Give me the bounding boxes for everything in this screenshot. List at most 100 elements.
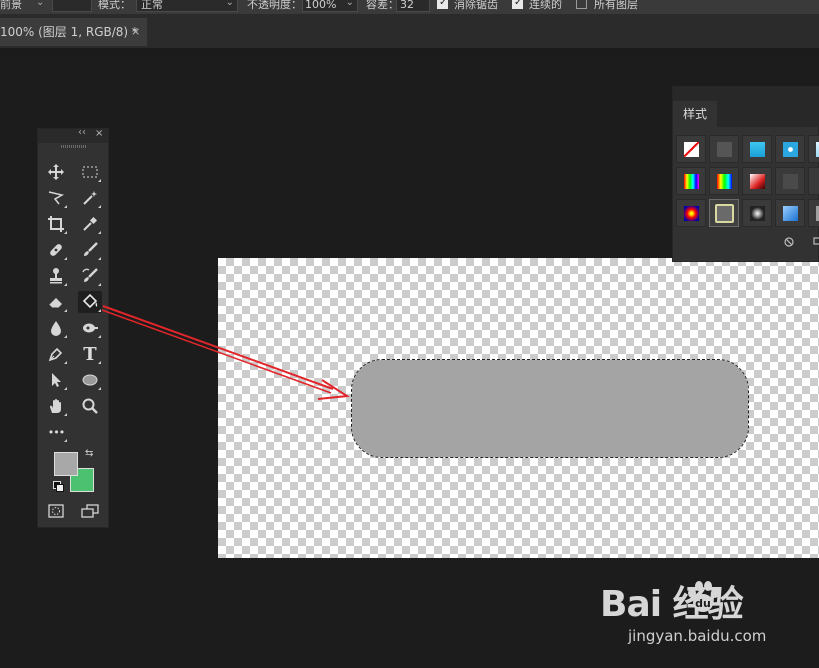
submenu-indicator bbox=[64, 335, 67, 338]
style-blue-circle[interactable] bbox=[775, 135, 805, 163]
style-dark-gray[interactable] bbox=[775, 167, 805, 195]
eraser-tool[interactable] bbox=[44, 291, 68, 313]
move-icon bbox=[48, 164, 64, 180]
close-icon[interactable]: × bbox=[95, 128, 103, 139]
new-style-icon[interactable] bbox=[813, 237, 819, 247]
styles-panel: 样式 bbox=[672, 86, 819, 262]
chevron-down-icon: ⌄ bbox=[225, 0, 234, 8]
quick-mask-button[interactable] bbox=[44, 500, 68, 522]
collapse-icon[interactable]: ‹‹ bbox=[78, 127, 86, 138]
panel-grip[interactable] bbox=[61, 145, 87, 148]
tab-styles[interactable]: 样式 bbox=[673, 101, 717, 127]
magic-wand-tool[interactable] bbox=[78, 187, 102, 209]
ellipsis-icon: ••• bbox=[47, 425, 65, 439]
rounded-rectangle-selection[interactable] bbox=[351, 359, 749, 458]
fill-source-select[interactable]: 前景 bbox=[0, 0, 22, 11]
svg-text:du: du bbox=[695, 597, 711, 610]
styles-panel-header: 样式 bbox=[673, 87, 819, 127]
close-icon[interactable]: × bbox=[131, 18, 140, 46]
type-tool-glyph: T bbox=[83, 343, 97, 365]
path-selection-tool[interactable] bbox=[44, 369, 68, 391]
style-light-gray[interactable] bbox=[808, 199, 819, 227]
submenu-indicator bbox=[98, 257, 101, 260]
pen-tool[interactable] bbox=[44, 343, 68, 365]
zoom-tool[interactable] bbox=[78, 395, 102, 417]
rectangular-marquee-icon bbox=[82, 166, 98, 178]
all-layers-checkbox[interactable] bbox=[576, 0, 587, 9]
style-charcoal[interactable] bbox=[808, 167, 819, 195]
style-blue-glass[interactable] bbox=[742, 135, 772, 163]
tolerance-input[interactable]: 32 bbox=[396, 0, 430, 12]
paint-bucket-tool[interactable] bbox=[78, 291, 102, 313]
mode-select[interactable]: 正常 ⌄ bbox=[136, 0, 238, 12]
antialias-checkbox[interactable] bbox=[437, 0, 448, 9]
stamp-icon bbox=[50, 268, 62, 284]
dodge-icon bbox=[83, 323, 98, 333]
marquee-tool[interactable] bbox=[78, 161, 102, 183]
style-light-blue[interactable] bbox=[808, 135, 819, 163]
brush-tool[interactable] bbox=[78, 239, 102, 261]
type-tool[interactable]: T bbox=[78, 343, 102, 365]
move-tool[interactable] bbox=[44, 161, 68, 183]
style-blue-bevel[interactable] bbox=[775, 199, 805, 227]
document-tab-bar: 100% (图层 1, RGB/8) * × bbox=[0, 14, 819, 49]
opacity-input[interactable]: 100% ⌄ bbox=[302, 0, 358, 12]
submenu-indicator bbox=[98, 335, 101, 338]
submenu-indicator bbox=[98, 205, 101, 208]
screen-mode-button[interactable] bbox=[78, 500, 102, 522]
contiguous-checkbox[interactable] bbox=[512, 0, 523, 9]
style-light-gray-preview bbox=[815, 205, 819, 221]
eyedropper-tool[interactable] bbox=[78, 213, 102, 235]
document-tab-label: 100% (图层 1, RGB/8) * bbox=[0, 25, 138, 39]
pattern-picker[interactable] bbox=[52, 0, 92, 12]
submenu-indicator bbox=[64, 283, 67, 286]
style-charcoal-preview bbox=[815, 173, 819, 189]
tools-panel-header[interactable]: ‹‹ × bbox=[38, 127, 108, 143]
submenu-indicator bbox=[98, 309, 101, 312]
magnifier-icon bbox=[82, 398, 98, 414]
chevron-down-icon[interactable]: ⌄ bbox=[36, 0, 44, 9]
submenu-indicator bbox=[98, 231, 101, 234]
style-red-chrome[interactable] bbox=[742, 167, 772, 195]
swap-colors-icon[interactable]: ⇆ bbox=[85, 448, 93, 459]
submenu-indicator bbox=[64, 257, 67, 260]
submenu-indicator bbox=[64, 361, 67, 364]
submenu-indicator bbox=[64, 413, 67, 416]
screen-mode-icon bbox=[81, 504, 99, 518]
foreground-color-swatch[interactable] bbox=[54, 452, 78, 476]
submenu-indicator bbox=[98, 179, 101, 182]
more-tools[interactable]: ••• bbox=[44, 421, 68, 443]
blur-drop-icon bbox=[51, 321, 61, 336]
style-blue-glass-preview bbox=[749, 141, 765, 157]
options-bar: 前景 ⌄ 模式： 正常 ⌄ 不透明度： 100% ⌄ 容差： 32 消除锯齿 连… bbox=[0, 0, 819, 14]
style-dark-sphere[interactable] bbox=[742, 199, 772, 227]
style-light-blue-preview bbox=[815, 141, 819, 157]
style-rainbow-bars[interactable] bbox=[676, 167, 706, 195]
style-drop-shadow[interactable] bbox=[709, 135, 739, 163]
ellipse-tool[interactable] bbox=[78, 369, 102, 391]
paw-logo-icon: du bbox=[688, 581, 719, 612]
blur-tool[interactable] bbox=[44, 317, 68, 339]
submenu-indicator bbox=[64, 231, 67, 234]
dodge-tool[interactable] bbox=[78, 317, 102, 339]
style-spectrum[interactable] bbox=[709, 167, 739, 195]
clone-stamp-tool[interactable] bbox=[44, 265, 68, 287]
hand-tool[interactable] bbox=[44, 395, 68, 417]
style-red-blue-glow[interactable] bbox=[676, 199, 706, 227]
opacity-label: 不透明度： bbox=[247, 0, 302, 11]
crop-tool[interactable] bbox=[44, 213, 68, 235]
crop-icon bbox=[48, 216, 64, 232]
tools-panel: ‹‹ × T ••• ⇆ bbox=[37, 127, 109, 528]
style-none[interactable] bbox=[676, 135, 706, 163]
antialias-label: 消除锯齿 bbox=[454, 0, 498, 11]
style-beveled-frame[interactable] bbox=[709, 199, 739, 227]
lasso-tool[interactable] bbox=[44, 187, 68, 209]
style-spectrum-preview bbox=[716, 173, 732, 189]
history-brush-tool[interactable] bbox=[78, 265, 102, 287]
healing-brush-tool[interactable] bbox=[44, 239, 68, 261]
quick-mask-icon bbox=[48, 504, 64, 518]
submenu-indicator bbox=[64, 309, 67, 312]
document-tab[interactable]: 100% (图层 1, RGB/8) * × bbox=[0, 18, 147, 46]
default-colors-icon[interactable] bbox=[53, 481, 64, 492]
clear-style-icon[interactable] bbox=[784, 237, 794, 247]
